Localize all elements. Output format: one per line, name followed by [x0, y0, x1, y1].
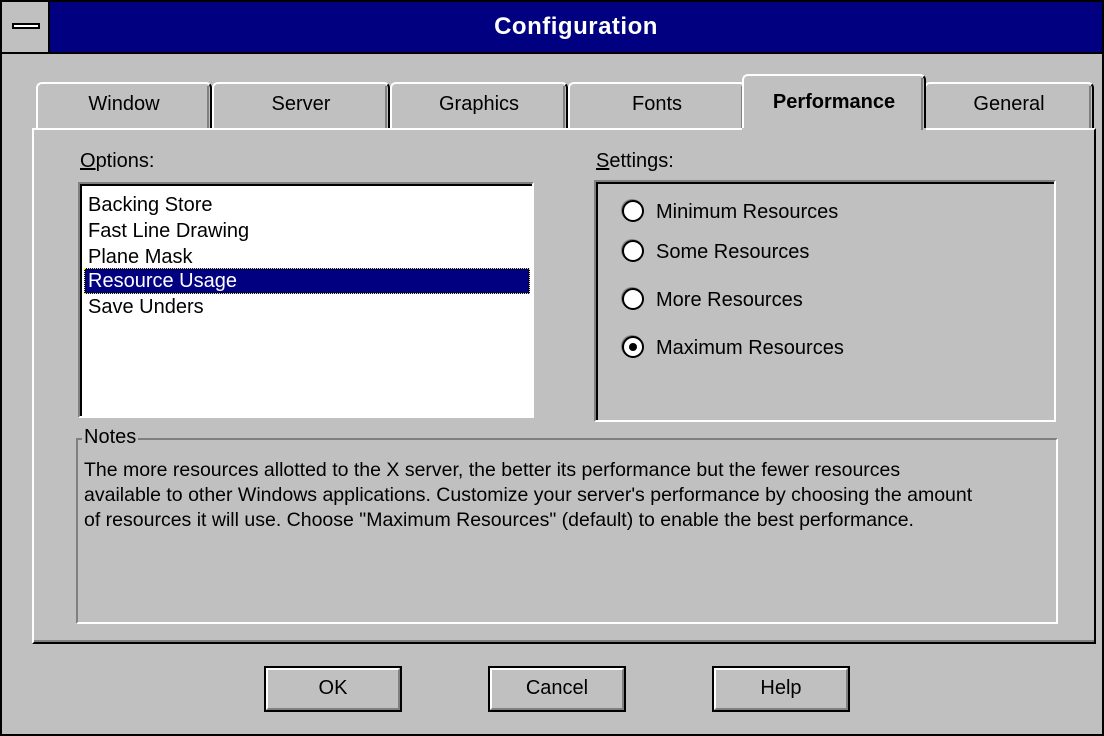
list-item-selected[interactable]: Resource Usage [84, 268, 530, 294]
notes-legend: Notes [82, 426, 139, 449]
ok-button-label: OK [318, 677, 348, 699]
radio-label: Some Resources [656, 241, 810, 263]
tab-graphics[interactable]: Graphics [390, 82, 568, 128]
tab-fonts[interactable]: Fonts [568, 82, 746, 128]
tab-label: Graphics [438, 93, 520, 115]
notes-line: of resources it will use. Choose "Maximu… [84, 509, 914, 531]
list-item[interactable]: Fast Line Drawing [84, 218, 530, 244]
tab-window[interactable]: Window [36, 82, 212, 128]
window-title: Configuration [494, 13, 658, 40]
radio-label: More Resources [656, 289, 803, 311]
cancel-button-label: Cancel [525, 677, 589, 699]
notes-line: available to other Windows applications.… [84, 484, 973, 506]
tab-label: Window [88, 93, 160, 115]
list-item[interactable]: Save Unders [84, 294, 530, 320]
system-menu-button[interactable] [2, 2, 50, 52]
notes-text: The more resources allotted to the X ser… [84, 458, 1044, 533]
system-menu-icon [12, 23, 40, 29]
title-bar: Configuration [2, 2, 1102, 54]
tab-label: General [973, 93, 1045, 115]
tab-label: Fonts [631, 93, 683, 115]
cancel-button[interactable]: Cancel [488, 666, 626, 712]
tab-general[interactable]: General [924, 82, 1094, 128]
radio-button-icon [622, 200, 644, 222]
help-button[interactable]: Help [712, 666, 850, 712]
radio-label: Maximum Resources [656, 337, 844, 359]
radio-button-checked-icon [622, 336, 644, 358]
help-button-label: Help [760, 677, 802, 699]
options-label: Options: [80, 150, 155, 172]
ok-button[interactable]: OK [264, 666, 402, 712]
configuration-dialog: Configuration Window Server Graphics Fon… [0, 0, 1104, 736]
tab-server[interactable]: Server [212, 82, 390, 128]
options-listbox[interactable]: Backing Store Fast Line Drawing Plane Ma… [78, 182, 534, 418]
radio-button-icon [622, 240, 644, 262]
list-item[interactable]: Backing Store [84, 192, 530, 218]
radio-button-icon [622, 288, 644, 310]
tab-label: Server [271, 93, 331, 115]
settings-label: Settings: [596, 150, 674, 172]
tab-performance[interactable]: Performance [742, 74, 926, 134]
tab-label: Performance [772, 91, 896, 113]
radio-label: Minimum Resources [656, 201, 839, 223]
list-item[interactable]: Plane Mask [84, 244, 530, 270]
notes-line: The more resources allotted to the X ser… [84, 459, 901, 481]
